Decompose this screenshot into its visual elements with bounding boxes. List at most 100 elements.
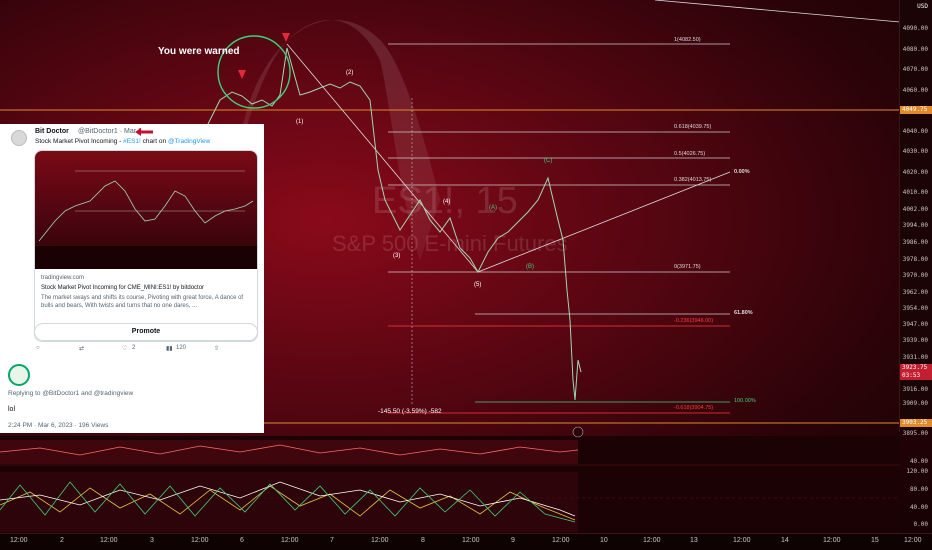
trendline-long <box>654 0 900 23</box>
fib-label: -0.236(3946.00) <box>674 318 714 324</box>
instrument-watermark: S&P 500 E-mini Futures <box>332 231 568 256</box>
time-tick: 2 <box>60 537 64 544</box>
share-icon[interactable]: ⇧ <box>214 345 219 352</box>
marker-red-arrow <box>238 70 246 79</box>
countdown-tag: 03:53 <box>900 372 932 380</box>
measure-label: -145.50 (-3.59%) -582 <box>378 408 442 415</box>
fib-label: 1(4082.50) <box>674 37 701 43</box>
red-arrow-icon <box>135 128 153 136</box>
price-tick: 3954.00 <box>902 305 928 312</box>
price-tick: 4040.00 <box>902 128 928 135</box>
price-tick: 4060.00 <box>902 87 928 94</box>
fib-label: 0.382(4013.75) <box>674 177 712 183</box>
reply-context[interactable]: Replying to @BitDoctor1 and @tradingview <box>8 390 133 397</box>
time-tick: 13 <box>690 537 698 544</box>
osc-tick: 80.00 <box>909 486 928 493</box>
osc-tick: 0.00 <box>913 521 928 528</box>
card-title: Stock Market Pivot Incoming for CME_MINI… <box>41 285 205 291</box>
price-tick: 3986.00 <box>902 239 928 246</box>
like-icon[interactable]: ♡ <box>122 345 127 352</box>
card-description: The market sways and shifts its course, … <box>41 295 244 309</box>
low-price-tag: 3903.25 <box>900 419 932 427</box>
retweet-icon[interactable]: ⇄ <box>79 345 84 352</box>
fib-label: 0(3971.75) <box>674 264 701 270</box>
trend-label: 0.00% <box>734 169 750 175</box>
tweet-actions: ○ ⇄ ♡ 2 ▮▮ 120 ⇧ <box>34 345 256 355</box>
time-tick: 7 <box>330 537 334 544</box>
time-tick: 12:00 <box>100 537 118 544</box>
mention-link[interactable]: @TradingView <box>168 138 210 145</box>
price-tick: 3939.00 <box>902 337 928 344</box>
trend-label: 61.80% <box>734 310 753 316</box>
marker-red-arrow <box>282 33 290 42</box>
price-tick: 4030.00 <box>902 148 928 155</box>
like-count: 2 <box>132 345 136 351</box>
price-tick: 4002.00 <box>902 206 928 213</box>
chart-thumbnail <box>35 151 257 269</box>
price-axis[interactable]: USD 4090.00 4080.00 4070.00 4060.00 4049… <box>899 0 932 432</box>
time-tick: 6 <box>240 537 244 544</box>
price-tick: 4080.00 <box>902 46 928 53</box>
time-tick: 12:00 <box>191 537 209 544</box>
reply-icon[interactable]: ○ <box>36 345 40 351</box>
time-tick: 12:00 <box>733 537 751 544</box>
wave-label: (3) <box>393 253 401 259</box>
time-tick: 9 <box>511 537 515 544</box>
price-tick: 3895.00 <box>902 430 928 437</box>
avatar[interactable] <box>8 364 30 386</box>
time-tick: 14 <box>781 537 789 544</box>
time-axis[interactable]: 12:00 2 12:00 3 12:00 6 12:00 7 12:00 8 … <box>0 533 932 550</box>
fib-label: 0.618(4039.75) <box>674 124 712 130</box>
time-tick: 3 <box>150 537 154 544</box>
fib-label: -0.618(3904.75) <box>674 405 714 411</box>
wave-label: (A) <box>489 205 497 211</box>
price-tick: 4090.00 <box>902 25 928 32</box>
tweet-text: Stock Market Pivot Incoming - #ES1! char… <box>35 138 211 145</box>
wave-label: (5) <box>474 282 482 288</box>
axis-currency: USD <box>917 3 928 10</box>
hashtag-link[interactable]: #ES1! <box>123 138 141 145</box>
price-tick: 4020.00 <box>902 169 928 176</box>
price-tick: 4070.00 <box>902 66 928 73</box>
time-tick: 12:00 <box>462 537 480 544</box>
osc-tick: 120.00 <box>906 468 928 475</box>
wave-label: (2) <box>346 70 354 76</box>
link-preview-card[interactable]: tradingview.com Stock Market Pivot Incom… <box>34 150 258 342</box>
price-tick: 3970.00 <box>902 272 928 279</box>
wave-label: (B) <box>526 264 534 270</box>
wave-label: (4) <box>443 199 451 205</box>
price-tick: 3909.00 <box>902 400 928 407</box>
price-tick: 4010.00 <box>902 189 928 196</box>
price-tick: 3978.00 <box>902 256 928 263</box>
trend-label: 100.00% <box>734 398 756 404</box>
views-icon[interactable]: ▮▮ <box>166 345 173 352</box>
osc-tick: 40.00 <box>909 504 928 511</box>
collapse-toggle <box>572 426 584 438</box>
time-tick: 12:00 <box>10 537 28 544</box>
time-tick: 8 <box>421 537 425 544</box>
time-tick: 15 <box>871 537 879 544</box>
time-tick: 12:00 <box>823 537 841 544</box>
time-tick: 10 <box>600 537 608 544</box>
card-domain: tradingview.com <box>41 275 85 281</box>
fib-label: 0.5(4026.75) <box>674 151 706 157</box>
time-tick: 12:00 <box>281 537 299 544</box>
price-tick: 3916.00 <box>902 386 928 393</box>
reference-price-tag: 4049.75 <box>900 106 932 114</box>
price-tick: 3947.00 <box>902 321 928 328</box>
price-tick: 3931.00 <box>902 354 928 361</box>
price-tick: 3994.00 <box>902 222 928 229</box>
tweet-card[interactable]: Bit Doctor @BitDoctor1 · Mar 6 Stock Mar… <box>0 124 264 433</box>
time-tick: 12:00 <box>643 537 661 544</box>
time-tick: 12:00 <box>904 537 922 544</box>
tweet-author[interactable]: Bit Doctor <box>35 128 69 135</box>
time-tick: 12:00 <box>552 537 570 544</box>
avatar[interactable] <box>11 130 27 146</box>
wave-label: (C) <box>544 158 553 164</box>
promote-button[interactable]: Promote <box>34 323 258 341</box>
tweet-metadata: 2:24 PM · Mar 6, 2023 · 196 Views <box>8 422 109 429</box>
reply-text: lol <box>8 406 16 413</box>
tweet-handle[interactable]: @BitDoctor1 · Mar 6 <box>78 128 142 135</box>
annotation-warned: You were warned <box>158 46 240 57</box>
wave-label: (1) <box>296 119 304 125</box>
